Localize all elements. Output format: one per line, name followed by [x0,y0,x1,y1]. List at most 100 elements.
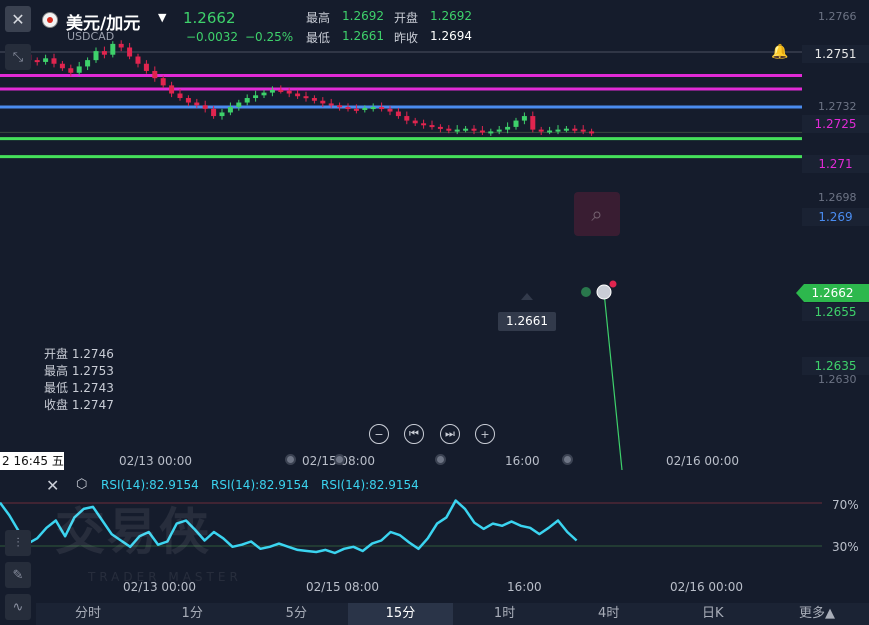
axis-tick: 1.2766 [818,10,857,23]
candle-body [580,129,586,132]
candle-body [538,129,544,132]
prev-close-label: 昨收 [394,31,419,45]
rsi-time-label: 02/15 08:00 [306,580,379,594]
price-tag-green-lower[interactable]: 1.2635 [802,357,869,375]
current-price-glow [581,287,591,297]
cursor-time: 2 16:45 五 [0,452,64,470]
candle-body [160,78,166,86]
rsi-time-label: 16:00 [507,580,542,594]
candle-body [51,58,57,64]
drawing-handle[interactable] [435,454,446,465]
candle-body [236,102,242,108]
candle-body [320,100,326,104]
chevron-down-icon[interactable]: ▼ [158,11,166,24]
crosshair-pointer [521,293,533,300]
order-close-dot [609,280,617,288]
drawing-handle[interactable] [334,454,345,465]
price-tag-magenta-lower[interactable]: 1.271 [802,155,869,173]
candle-body [572,128,578,131]
watermark-logo: 交易侠 [55,503,211,561]
candle-body [345,107,351,110]
rsi-label: RSI(14):82.9154 [101,478,199,492]
time-label: 16:00 [505,454,540,468]
symbol-code: USDCAD [67,30,115,43]
main-chart[interactable] [0,0,869,472]
candle-body [505,126,511,130]
tab-1min[interactable]: 1分 [140,603,244,625]
wave-icon[interactable]: ∿ [5,594,31,620]
rsi-level-low: 30% [832,540,859,554]
candle-body [547,130,553,133]
candle-body [261,92,267,96]
bell-icon[interactable]: 🔔 [771,44,788,60]
crosshair-price: 1.2661 [498,312,556,331]
price-tag-blue[interactable]: 1.269 [802,208,869,226]
candle-body [387,108,393,112]
price-tag-green-upper[interactable]: 1.2655 [802,303,869,321]
candle-body [421,123,427,126]
price-change: −0.0032 [186,30,239,44]
jump-start-button[interactable]: ⏮ [404,424,424,444]
candle-body [295,93,301,97]
tab-daily[interactable]: 日K [661,603,765,625]
axis-tick: 1.2732 [818,100,857,113]
tab-5min[interactable]: 5分 [244,603,348,625]
candle-body [471,128,477,131]
order-handle [596,284,612,300]
rsi-label: RSI(14):82.9154 [211,478,309,492]
candle-body [404,116,410,121]
rsi-label: RSI(14):82.9154 [321,478,419,492]
candle-body [311,98,317,101]
last-price: 1.2662 [183,9,236,27]
candle-body [219,112,225,117]
candle-body [101,51,107,55]
candle-body [211,108,217,117]
candle-body [152,70,158,79]
tab-fenshi[interactable]: 分时 [36,603,140,625]
time-label: 02/16 00:00 [666,454,739,468]
candle-body [530,116,536,130]
collapse-icon[interactable]: ⤡ [5,44,31,70]
tab-more[interactable]: 更多▲ [765,603,869,625]
rsi-level-high: 70% [832,498,859,512]
jump-end-button[interactable]: ⏭ [440,424,460,444]
price-tag-alert[interactable]: 1.2751 [802,45,869,63]
candle-body [454,129,460,132]
settings-icon[interactable]: ⬡ [76,477,87,492]
candle-body [177,93,183,99]
candle-body [227,107,233,113]
candle-body [143,63,149,71]
close-button[interactable]: ✕ [5,6,31,32]
candle-body [521,116,527,121]
search-icon[interactable]: ⌕ [574,192,620,236]
tab-15min[interactable]: 15分 [348,603,453,625]
high-label: 最高 [306,11,331,25]
indicator-icon[interactable]: ⫶ [5,530,31,556]
candle-body [59,63,65,69]
axis-tick: 1.2698 [818,191,857,204]
low-value: 1.2661 [342,29,384,43]
time-label: 02/13 00:00 [119,454,192,468]
drawing-handle[interactable] [285,454,296,465]
candle-body [110,43,116,55]
zoom-out-button[interactable]: − [369,424,389,444]
price-tag-magenta-upper[interactable]: 1.2725 [802,115,869,133]
tab-4h[interactable]: 4时 [557,603,661,625]
price-tag-current: 1.2662 [796,284,869,302]
candle-body [286,90,292,94]
tab-1h[interactable]: 1时 [453,603,557,625]
open-value: 1.2692 [430,9,472,23]
high-value: 1.2692 [342,9,384,23]
zoom-in-button[interactable]: + [475,424,495,444]
candle-body [169,85,175,94]
pen-icon[interactable]: ✎ [5,562,31,588]
candle-body [395,111,401,117]
candle-body [269,89,275,93]
candle-body [118,43,124,48]
drawing-handle[interactable] [562,454,573,465]
candle-body [563,128,569,131]
flag-icon [42,12,58,28]
candle-body [76,66,82,73]
candle-body [362,107,368,110]
candle-body [127,47,133,57]
